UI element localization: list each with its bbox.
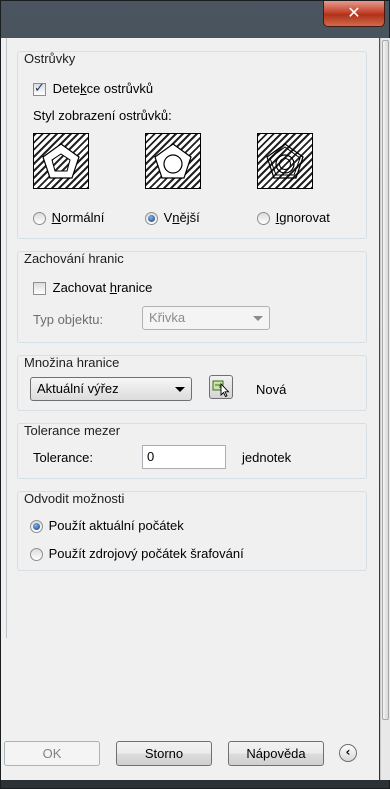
style-normal-radio[interactable]: [33, 212, 46, 226]
style-ignore-label: Ignorovat: [275, 210, 330, 225]
close-icon: ✕: [347, 3, 361, 22]
new-boundary-set-button[interactable]: [209, 375, 233, 399]
boundary-set-title: Množina hranice: [24, 355, 120, 370]
use-current-origin-option[interactable]: Použít aktuální počátek: [30, 518, 184, 534]
island-style-label: Styl zobrazení ostrůvků:: [33, 108, 172, 123]
style-outer-label: Vnější: [163, 210, 200, 225]
boundary-set-dropdown[interactable]: Aktuální výřez: [30, 377, 192, 401]
chevron-down-icon: [175, 387, 185, 392]
dialog-window: ✕ Ostrůvky Detekce ostrůvků Styl zobraze…: [0, 0, 390, 789]
help-button[interactable]: Nápověda: [228, 741, 324, 766]
new-boundary-set-label: Nová: [256, 382, 287, 397]
island-detection-checkbox-row[interactable]: Detekce ostrůvků: [33, 81, 154, 97]
boundary-set-value: Aktuální výřez: [37, 381, 119, 396]
gap-tolerance-input[interactable]: 0: [142, 445, 226, 469]
style-normal-option[interactable]: Normální: [33, 210, 105, 226]
retain-boundaries-label: Zachovat hranice: [52, 280, 153, 295]
panel-divider: [1, 38, 7, 638]
chevron-down-icon: [253, 316, 263, 321]
retain-boundaries-title: Zachování hranic: [24, 251, 124, 266]
islands-group-title: Ostrůvky: [24, 51, 76, 66]
use-source-origin-option[interactable]: Použít zdrojový počátek šrafování: [30, 546, 244, 562]
cancel-button[interactable]: Storno: [116, 741, 212, 766]
scrollbar-thumb[interactable]: [382, 40, 389, 720]
object-type-value: Křivka: [149, 310, 186, 325]
gap-tolerance-label: Tolerance:: [33, 450, 93, 465]
style-outer-option[interactable]: Vnější: [145, 210, 200, 226]
select-objects-icon: [212, 380, 230, 398]
dialog-client-area: Ostrůvky Detekce ostrůvků Styl zobrazení…: [1, 38, 379, 780]
style-ignore-option[interactable]: Ignorovat: [257, 210, 330, 226]
normal-style-preview[interactable]: [33, 133, 89, 189]
ok-button[interactable]: OK: [4, 741, 100, 766]
title-bar: ✕: [1, 1, 389, 37]
retain-boundaries-checkbox-row[interactable]: Zachovat hranice: [33, 280, 153, 296]
use-current-origin-radio[interactable]: [30, 520, 43, 534]
style-ignore-radio[interactable]: [257, 212, 270, 226]
use-source-origin-label: Použít zdrojový počátek šrafování: [48, 546, 244, 561]
object-type-dropdown[interactable]: Křivka: [142, 306, 270, 330]
chevron-left-icon: ‹: [345, 745, 351, 759]
style-outer-radio[interactable]: [145, 212, 158, 226]
outer-style-preview[interactable]: [145, 133, 201, 189]
gap-tolerance-units: jednotek: [242, 450, 292, 465]
collapse-dialog-button[interactable]: ‹: [339, 744, 357, 762]
close-button[interactable]: ✕: [323, 1, 385, 27]
object-type-label: Typ objektu:: [33, 312, 104, 327]
island-detection-label: Detekce ostrůvků: [52, 81, 154, 96]
use-current-origin-label: Použít aktuální počátek: [48, 518, 184, 533]
gap-tolerance-title: Tolerance mezer: [24, 423, 121, 438]
ignore-style-preview[interactable]: [257, 133, 313, 189]
vertical-scrollbar[interactable]: [380, 38, 390, 780]
retain-boundaries-checkbox[interactable]: [33, 282, 46, 296]
inherit-options-title: Odvodit možnosti: [24, 491, 125, 506]
use-source-origin-radio[interactable]: [30, 548, 43, 562]
style-normal-label: Normální: [51, 210, 105, 225]
island-detection-checkbox[interactable]: [33, 81, 46, 97]
